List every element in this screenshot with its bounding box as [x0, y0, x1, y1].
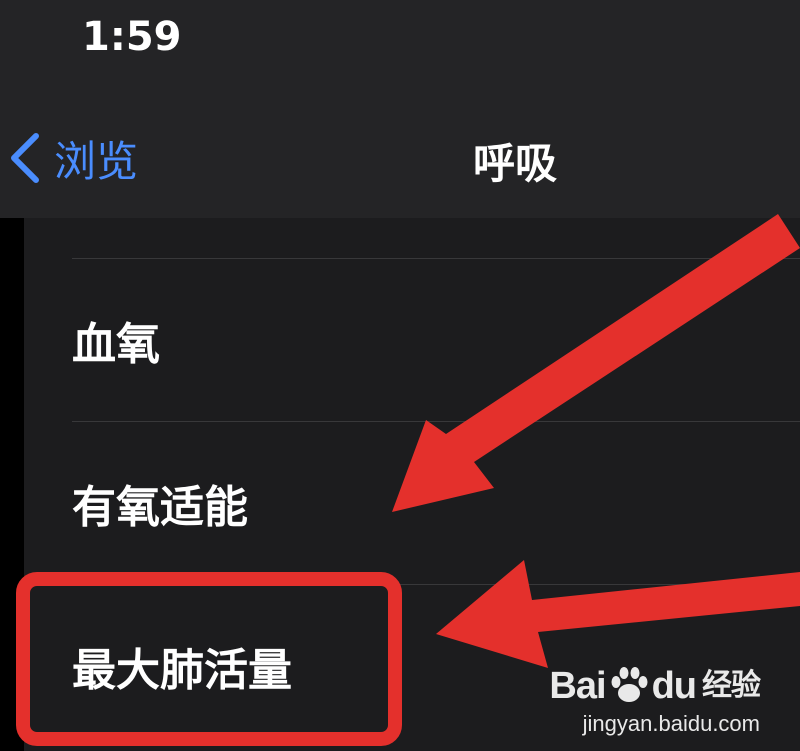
watermark-brand-suffix: du	[651, 665, 697, 707]
status-bar-time: 1:59	[82, 14, 182, 60]
list-item-cardio-fitness[interactable]: 有氧适能	[24, 422, 800, 584]
screen: 1:59 浏览 呼吸 血氧 有氧适能 最大肺活量 Bai du 经验 jingy…	[0, 0, 800, 751]
watermark: Bai du 经验 jingyan.baidu.com	[549, 665, 761, 737]
navigation-bar: 1:59 浏览 呼吸	[0, 0, 800, 218]
list-item-label: 血氧	[72, 319, 160, 370]
watermark-brand-prefix: Bai	[549, 665, 606, 707]
paw-icon	[608, 665, 650, 707]
watermark-brand-cn: 经验	[702, 668, 761, 703]
watermark-url: jingyan.baidu.com	[582, 711, 760, 736]
list-item-label: 有氧适能	[72, 482, 248, 533]
list-item-blood-oxygen[interactable]: 血氧	[24, 259, 800, 421]
left-gutter	[0, 218, 24, 751]
page-title: 呼吸	[472, 139, 557, 188]
list-item-label: 最大肺活量	[72, 645, 292, 696]
